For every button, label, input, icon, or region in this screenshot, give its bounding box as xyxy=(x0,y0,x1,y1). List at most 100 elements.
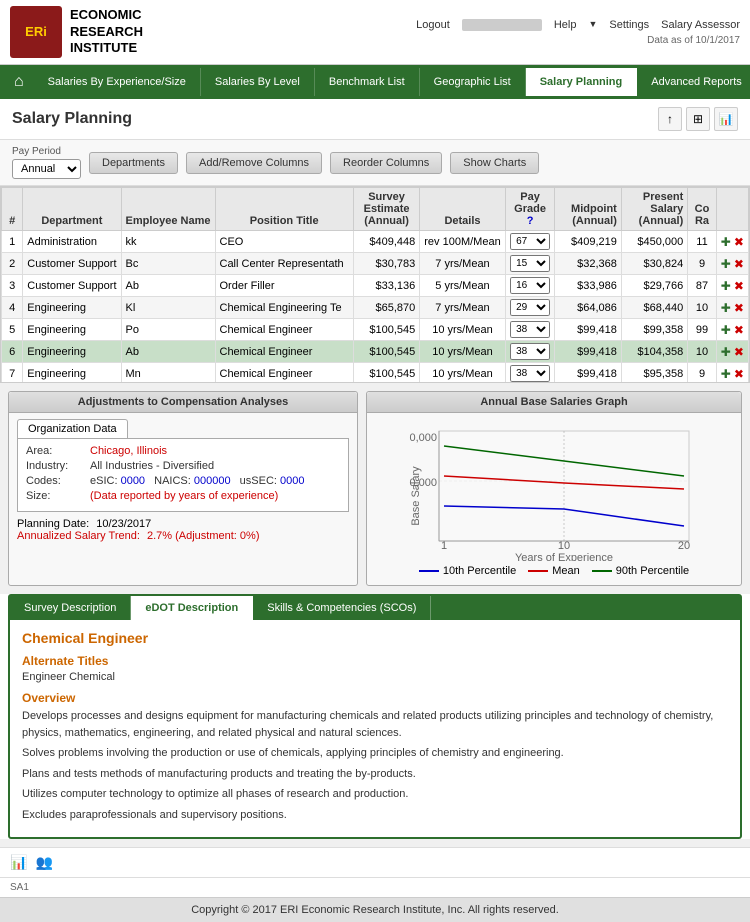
pay-period-label: Pay Period xyxy=(12,146,81,157)
svg-text:1: 1 xyxy=(441,540,447,552)
settings-link[interactable]: Settings xyxy=(609,19,649,31)
table-row[interactable]: 4 Engineering Kl Chemical Engineering Te… xyxy=(2,297,749,319)
cell-emp: Po xyxy=(121,319,215,341)
cell-details: 7 yrs/Mean xyxy=(420,253,505,275)
table-row[interactable]: 6 Engineering Ab Chemical Engineer $100,… xyxy=(2,341,749,363)
scrollable-table[interactable]: # Department Employee Name Position Titl… xyxy=(1,187,749,382)
naics-value: 000000 xyxy=(194,475,231,487)
logo: ERi xyxy=(10,6,62,58)
cell-pos: Order Filler xyxy=(215,275,353,297)
cell-pos: Chemical Engineer xyxy=(215,341,353,363)
cell-dept: Customer Support xyxy=(23,275,121,297)
add-row-icon[interactable]: ✚ xyxy=(721,279,731,293)
add-remove-columns-button[interactable]: Add/Remove Columns xyxy=(186,152,322,174)
del-row-icon[interactable]: ✖ xyxy=(734,279,744,293)
esic-label: eSIC: xyxy=(90,475,118,487)
grade-select[interactable]: 67 xyxy=(510,233,550,250)
cell-present: $95,358 xyxy=(621,363,687,383)
header-links: Logout Help ▼ Settings Salary Assessor xyxy=(416,19,740,31)
org-name: ECONOMICRESEARCHINSTITUTE xyxy=(70,7,143,58)
add-row-icon[interactable]: ✚ xyxy=(721,301,731,315)
del-row-icon[interactable]: ✖ xyxy=(734,345,744,359)
area-value: Chicago, Illinois xyxy=(90,445,167,457)
cell-midpoint: $409,219 xyxy=(555,231,621,253)
salary-assessor-link[interactable]: Salary Assessor xyxy=(661,19,740,31)
del-row-icon[interactable]: ✖ xyxy=(734,235,744,249)
org-data-tab[interactable]: Organization Data xyxy=(17,419,128,438)
show-charts-button[interactable]: Show Charts xyxy=(450,152,539,174)
svg-text:20: 20 xyxy=(678,540,690,552)
help-link[interactable]: Help xyxy=(554,19,577,31)
tab-advanced-reports[interactable]: Advanced Reports xyxy=(637,68,750,96)
tab-salaries-exp[interactable]: Salaries By Experience/Size xyxy=(34,68,201,96)
th-midpoint: Midpoint(Annual) xyxy=(555,188,621,231)
cell-grade: 67 xyxy=(505,231,555,253)
cell-emp: Kl xyxy=(121,297,215,319)
industry-value: All Industries - Diversified xyxy=(90,460,214,472)
cell-pos: Chemical Engineer xyxy=(215,363,353,383)
bullet-2: Plans and tests methods of manufacturing… xyxy=(22,766,728,783)
table-row[interactable]: 2 Customer Support Bc Call Center Repres… xyxy=(2,253,749,275)
grade-select[interactable]: 38 xyxy=(510,365,550,382)
tab-survey-description[interactable]: Survey Description xyxy=(10,596,131,620)
desc-tabs: Survey Description eDOT Description Skil… xyxy=(10,596,740,620)
del-row-icon[interactable]: ✖ xyxy=(734,301,744,315)
footer-copyright: Copyright © 2017 ERI Economic Research I… xyxy=(0,897,750,922)
table-row[interactable]: 1 Administration kk CEO $409,448 rev 100… xyxy=(2,231,749,253)
add-row-icon[interactable]: ✚ xyxy=(721,345,731,359)
cell-comp: 9 xyxy=(688,253,716,275)
footer-chart-icon[interactable]: 📊 xyxy=(10,854,27,871)
del-row-icon[interactable]: ✖ xyxy=(734,367,744,381)
table-row[interactable]: 5 Engineering Po Chemical Engineer $100,… xyxy=(2,319,749,341)
data-as-of: Data as of 10/1/2017 xyxy=(647,35,740,46)
add-row-icon[interactable]: ✚ xyxy=(721,323,731,337)
table-row[interactable]: 7 Engineering Mn Chemical Engineer $100,… xyxy=(2,363,749,383)
add-row-icon[interactable]: ✚ xyxy=(721,367,731,381)
cell-present: $30,824 xyxy=(621,253,687,275)
salary-table: # Department Employee Name Position Titl… xyxy=(1,187,749,382)
tab-salary-planning[interactable]: Salary Planning xyxy=(526,68,638,96)
add-row-icon[interactable]: ✚ xyxy=(721,257,731,271)
add-row-icon[interactable]: ✚ xyxy=(721,235,731,249)
svg-text:100,000: 100,000 xyxy=(409,477,437,489)
grid-icon-btn[interactable]: ⊞ xyxy=(686,107,710,131)
help-arrow-icon: ▼ xyxy=(588,19,597,31)
tab-edot-description[interactable]: eDOT Description xyxy=(131,596,253,620)
size-label: Size: xyxy=(26,490,86,502)
tab-benchmark[interactable]: Benchmark List xyxy=(315,68,420,96)
upload-icon-btn[interactable]: ↑ xyxy=(658,107,682,131)
tab-geographic[interactable]: Geographic List xyxy=(420,68,526,96)
del-row-icon[interactable]: ✖ xyxy=(734,323,744,337)
table-row[interactable]: 3 Customer Support Ab Order Filler $33,1… xyxy=(2,275,749,297)
cell-num: 7 xyxy=(2,363,23,383)
pay-period-select[interactable]: Annual Monthly Hourly xyxy=(12,159,81,179)
logout-link[interactable]: Logout xyxy=(416,19,450,31)
cell-midpoint: $64,086 xyxy=(555,297,621,319)
naics-label: NAICS: xyxy=(154,475,191,487)
cell-actions: ✚ ✖ xyxy=(716,297,748,319)
grade-select[interactable]: 38 xyxy=(510,321,550,338)
toolbar: Pay Period Annual Monthly Hourly Departm… xyxy=(0,140,750,186)
cell-num: 2 xyxy=(2,253,23,275)
org-data-content: Area: Chicago, Illinois Industry: All In… xyxy=(17,438,349,512)
reorder-columns-button[interactable]: Reorder Columns xyxy=(330,152,442,174)
svg-text:150,000: 150,000 xyxy=(409,432,437,444)
planning-date-row: Planning Date: 10/23/2017 xyxy=(17,518,349,530)
chart-icon-btn[interactable]: 📊 xyxy=(714,107,738,131)
tab-skills-competencies[interactable]: Skills & Competencies (SCOs) xyxy=(253,596,431,620)
footer-people-icon[interactable]: 👥 xyxy=(35,854,52,871)
salary-table-wrapper: # Department Employee Name Position Titl… xyxy=(0,186,750,383)
pay-period-group: Pay Period Annual Monthly Hourly xyxy=(12,146,81,179)
alt-titles-heading: Alternate Titles xyxy=(22,654,728,668)
cell-dept: Customer Support xyxy=(23,253,121,275)
home-icon[interactable]: ⌂ xyxy=(8,65,34,99)
departments-button[interactable]: Departments xyxy=(89,152,178,174)
th-present: PresentSalary(Annual) xyxy=(621,188,687,231)
grade-select[interactable]: 15 xyxy=(510,255,550,272)
cell-survey: $65,870 xyxy=(353,297,419,319)
grade-select[interactable]: 38 xyxy=(510,343,550,360)
tab-salaries-level[interactable]: Salaries By Level xyxy=(201,68,315,96)
grade-select[interactable]: 16 xyxy=(510,277,550,294)
del-row-icon[interactable]: ✖ xyxy=(734,257,744,271)
grade-select[interactable]: 29 xyxy=(510,299,550,316)
